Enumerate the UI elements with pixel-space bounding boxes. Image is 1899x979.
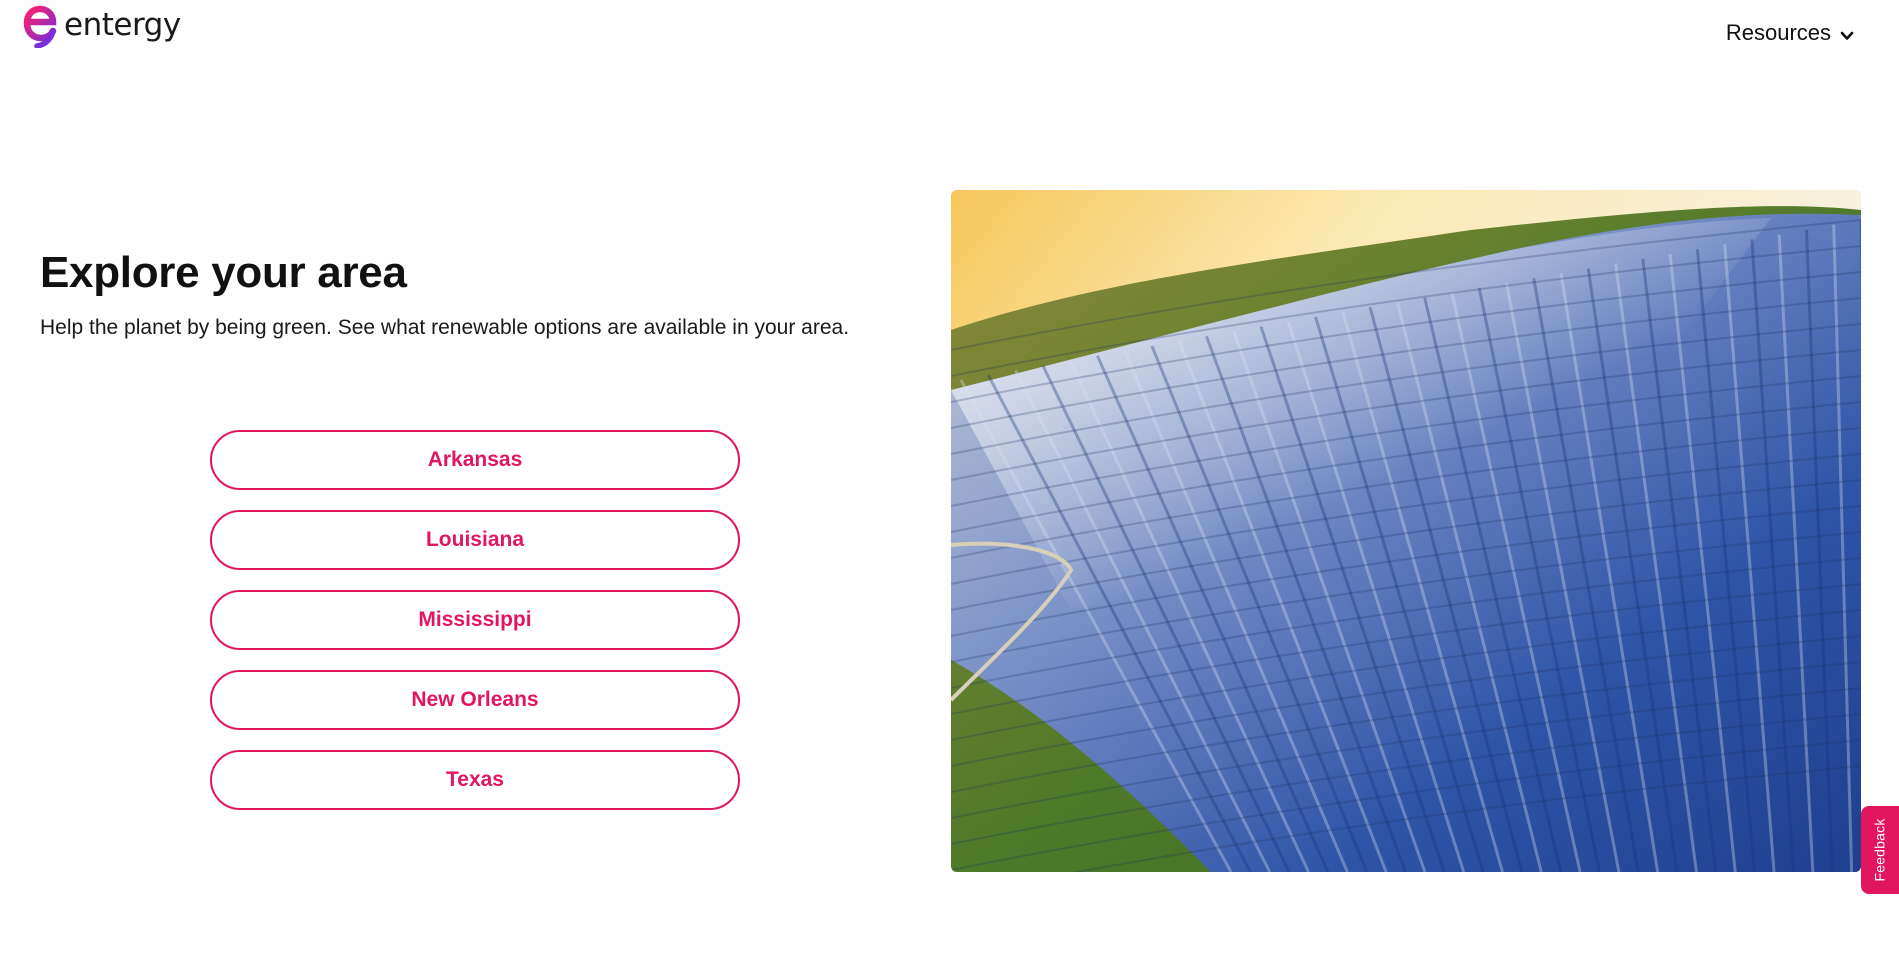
solar-farm-image — [951, 190, 1861, 872]
area-button-new-orleans[interactable]: New Orleans — [210, 670, 740, 730]
page-subtitle: Help the planet by being green. See what… — [40, 315, 850, 339]
page: entergy Resources Explore your area Help… — [0, 0, 1899, 979]
area-button-louisiana[interactable]: Louisiana — [210, 510, 740, 570]
area-button-list: Arkansas Louisiana Mississippi New Orlea… — [210, 430, 740, 830]
entergy-logo-link[interactable]: entergy — [22, 4, 181, 48]
solar-farm-illustration — [951, 190, 1861, 872]
area-button-texas[interactable]: Texas — [210, 750, 740, 810]
resources-menu[interactable]: Resources — [1726, 20, 1855, 46]
site-header: entergy Resources — [0, 0, 1899, 70]
feedback-label: Feedback — [1872, 818, 1888, 882]
area-button-mississippi[interactable]: Mississippi — [210, 590, 740, 650]
entergy-logo-icon — [23, 5, 57, 48]
page-title: Explore your area — [40, 248, 407, 297]
resources-label: Resources — [1725, 20, 1831, 45]
feedback-tab[interactable]: Feedback — [1861, 806, 1899, 894]
brand-name: entergy — [64, 6, 181, 43]
explore-section: Explore your area Help the planet by bei… — [40, 248, 870, 346]
area-button-arkansas[interactable]: Arkansas — [210, 430, 740, 490]
chevron-down-icon — [1840, 31, 1854, 40]
